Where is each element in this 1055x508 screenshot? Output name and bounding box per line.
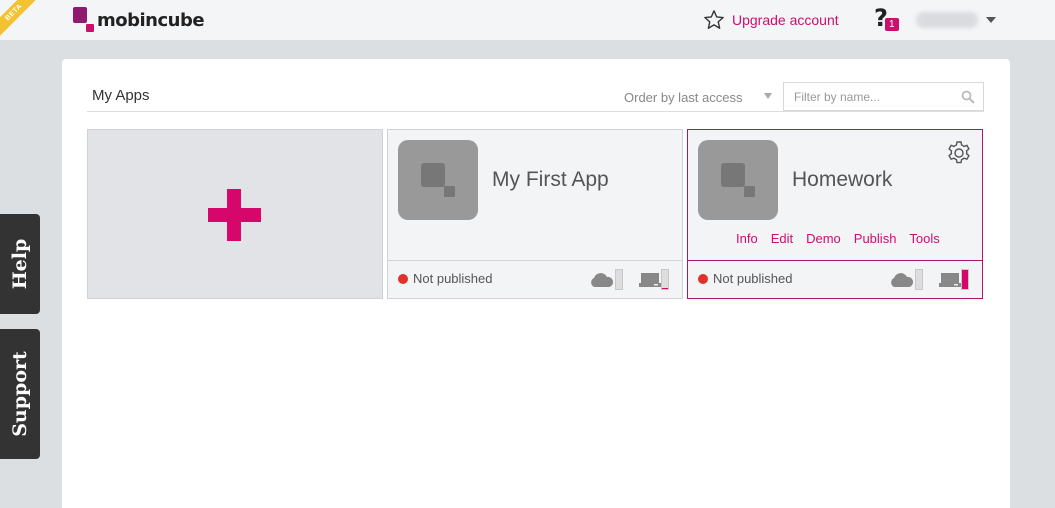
- help-side-tab[interactable]: Help: [0, 214, 40, 314]
- filter-input[interactable]: [783, 82, 984, 111]
- search-icon: [961, 90, 975, 104]
- status-dot-icon: [698, 274, 708, 284]
- device-icon[interactable]: [639, 272, 661, 288]
- upgrade-account-label: Upgrade account: [732, 12, 839, 28]
- beta-ribbon: BETA: [0, 0, 40, 40]
- logo-mark-icon: [73, 7, 97, 33]
- order-select[interactable]: Order by last access: [624, 90, 743, 105]
- star-icon: [704, 10, 724, 29]
- cloud-publish-bar: [615, 269, 623, 290]
- top-bar: BETA mobincube Upgrade account ? 1: [0, 0, 1055, 40]
- gear-icon[interactable]: [946, 140, 972, 166]
- app-card-selected[interactable]: Homework Info Edit Demo Publish Tools No…: [687, 129, 983, 299]
- device-icon[interactable]: [939, 272, 961, 288]
- device-publish-bar: [661, 269, 669, 290]
- app-name: My First App: [492, 168, 609, 191]
- apps-toolbar: My Apps Order by last access: [87, 81, 984, 112]
- caret-down-icon: [986, 17, 996, 23]
- status-dot-icon: [398, 274, 408, 284]
- app-action-demo[interactable]: Demo: [806, 231, 841, 246]
- app-card[interactable]: My First App Not published: [387, 129, 683, 299]
- new-app-card[interactable]: [87, 129, 383, 299]
- logo-text: mobincube: [97, 9, 205, 31]
- logo[interactable]: mobincube: [73, 6, 205, 34]
- support-side-tab[interactable]: Support: [0, 329, 40, 459]
- app-card-footer: Not published: [388, 260, 682, 298]
- app-card-footer: Not published: [688, 260, 982, 298]
- help-notifications-button[interactable]: ? 1: [874, 4, 904, 34]
- username-redacted: [916, 12, 978, 28]
- user-menu[interactable]: [916, 10, 996, 30]
- app-name: Homework: [792, 168, 893, 191]
- app-status: Not published: [413, 271, 493, 286]
- plus-icon-bar: [208, 208, 261, 222]
- app-action-edit[interactable]: Edit: [771, 231, 793, 246]
- app-status: Not published: [713, 271, 793, 286]
- page-title: My Apps: [92, 87, 150, 104]
- app-action-publish[interactable]: Publish: [854, 231, 897, 246]
- support-tab-label: Support: [9, 351, 31, 437]
- cloud-publish-bar: [915, 269, 923, 290]
- device-publish-bar: [961, 269, 969, 290]
- app-action-tools[interactable]: Tools: [909, 231, 939, 246]
- cloud-icon[interactable]: [888, 272, 914, 288]
- order-caret-icon[interactable]: [764, 93, 772, 99]
- app-action-info[interactable]: Info: [736, 231, 758, 246]
- notification-badge: 1: [885, 18, 899, 31]
- cloud-icon[interactable]: [588, 272, 614, 288]
- help-tab-label: Help: [9, 238, 31, 290]
- apps-panel: My Apps Order by last access My First Ap…: [62, 59, 1010, 508]
- upgrade-account-link[interactable]: Upgrade account: [703, 9, 839, 31]
- app-placeholder-icon: [398, 140, 478, 220]
- app-actions: Info Edit Demo Publish Tools: [736, 231, 953, 246]
- beta-label: BETA: [0, 0, 40, 39]
- app-placeholder-icon: [698, 140, 778, 220]
